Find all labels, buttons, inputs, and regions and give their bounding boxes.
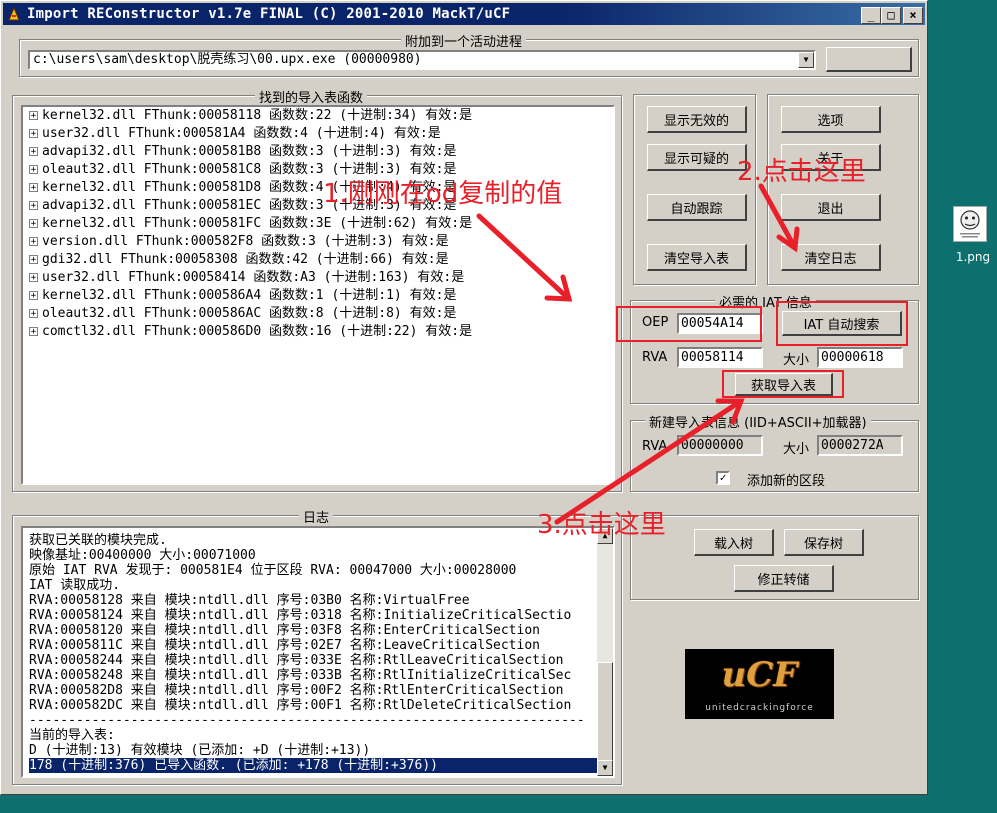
image-thumbnail-icon <box>953 206 987 242</box>
main-window: Import REConstructor v1.7e FINAL (C) 200… <box>0 0 928 795</box>
desktop-file-label: 1.png <box>955 250 991 264</box>
arrow-step1 <box>476 213 572 302</box>
annotation-arrows <box>476 183 800 525</box>
desktop-file-icon[interactable]: 1.png <box>950 206 990 266</box>
arrow-step3 <box>554 398 744 525</box>
